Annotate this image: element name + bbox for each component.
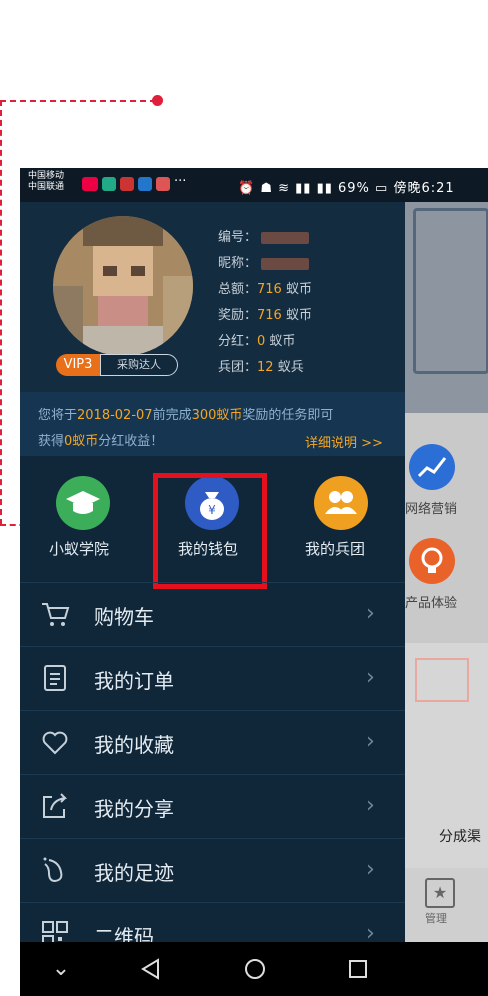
notice-line-1: 您将于2018-02-07前完成300蚁币奖励的任务即可 (38, 408, 334, 423)
chevron-right-icon: › (366, 857, 375, 882)
academy-button[interactable] (56, 476, 110, 530)
status-bar: 中国移动 中国联通 ··· ⏰ ☗ ≋ ▮▮ ▮▮ 69% ▭ 傍晚6:21 (20, 168, 488, 202)
menu-label-share: 我的分享 (94, 797, 174, 821)
chevron-right-icon: › (366, 793, 375, 818)
notice-line-2: 获得0蚁币分红收益！ (38, 434, 164, 449)
star-icon: ★ (425, 878, 455, 908)
carrier-1: 中国移动 (28, 171, 65, 181)
info-id: 编号： (218, 226, 310, 245)
menu-item-cart[interactable]: 购物车 › (20, 582, 405, 647)
home-button[interactable] (240, 954, 270, 984)
footprint-icon (40, 855, 70, 885)
tab-manage-label[interactable]: 管理 (425, 910, 447, 926)
menu-label-footprint: 我的足迹 (94, 861, 174, 885)
menu-item-favorites[interactable]: 我的收藏 › (20, 710, 405, 775)
menu-label-favorites: 我的收藏 (94, 733, 174, 757)
notification-icon-3 (120, 177, 134, 191)
background-page: 网络营销 产品体验 分成渠 ★ 管理 (405, 168, 488, 996)
chevron-right-icon: › (366, 665, 375, 690)
info-nickname: 昵称： (218, 252, 310, 271)
chevron-right-icon: › (366, 729, 375, 754)
team-button[interactable] (314, 476, 368, 530)
info-reward: 奖励：716 蚁币 (218, 308, 312, 323)
details-link[interactable]: 详细说明 >> (305, 432, 383, 451)
menu-item-share[interactable]: 我的分享 › (20, 774, 405, 839)
profile-header: VIP3 采购达人 编号： 昵称： 总额：716 蚁币 奖励：716 蚁币 分红… (20, 202, 405, 392)
vip-title: 采购达人 (100, 354, 178, 376)
chart-icon (409, 444, 455, 490)
menu-item-footprint[interactable]: 我的足迹 › (20, 838, 405, 903)
background-item-marketing[interactable]: 网络营销 (405, 498, 457, 517)
cart-illustration (413, 208, 488, 374)
menu-item-orders[interactable]: 我的订单 › (20, 646, 405, 711)
vip-badge: VIP3 (56, 354, 100, 376)
shopping-cart-icon (40, 599, 70, 629)
carrier-info: 中国移动 中国联通 (28, 171, 64, 193)
info-team: 兵团：12 蚁兵 (218, 360, 304, 375)
background-item-experience[interactable]: 产品体验 (405, 592, 457, 611)
menu-label-cart: 购物车 (94, 605, 154, 629)
avatar[interactable] (53, 216, 193, 356)
notification-icon-2 (102, 177, 116, 191)
more-notifications-icon: ··· (174, 174, 187, 189)
redacted-nickname (261, 257, 310, 270)
chevron-down-icon[interactable]: ⌄ (46, 954, 76, 984)
menu-label-orders: 我的订单 (94, 669, 174, 693)
share-icon (40, 791, 70, 821)
recents-button[interactable] (343, 954, 373, 984)
lightbulb-icon (409, 538, 455, 584)
academy-label[interactable]: 小蚁学院 (49, 538, 109, 559)
side-drawer: VIP3 采购达人 编号： 昵称： 总额：716 蚁币 奖励：716 蚁币 分红… (20, 202, 405, 949)
background-item-channel: 分成渠 (439, 829, 481, 845)
info-dividend: 分红：0 蚁币 (218, 334, 296, 349)
phone-screen: 网络营销 产品体验 分成渠 ★ 管理 中国移动 中国联通 ··· ⏰ ☗ ≋ ▮… (20, 168, 488, 996)
team-label[interactable]: 我的兵团 (305, 538, 365, 559)
back-button[interactable] (136, 954, 166, 984)
background-tabbar: ★ 管理 (405, 868, 488, 948)
notification-icon-4 (138, 177, 152, 191)
heart-icon (40, 727, 70, 757)
notification-icon-5 (156, 177, 170, 191)
group-icon (325, 491, 357, 514)
annotation-line-top (0, 100, 156, 102)
notification-icon-1 (82, 177, 98, 191)
carrier-2: 中国联通 (28, 182, 65, 192)
annotation-line-vertical (0, 100, 2, 525)
graduation-cap-icon (66, 491, 100, 514)
system-nav-bar: ⌄ (20, 942, 488, 996)
formula-icon (415, 658, 469, 702)
highlight-box (153, 473, 267, 589)
order-list-icon (40, 663, 70, 693)
status-right: ⏰ ☗ ≋ ▮▮ ▮▮ 69% ▭ 傍晚6:21 (238, 181, 455, 196)
annotation-dot (152, 95, 163, 106)
task-notice: 您将于2018-02-07前完成300蚁币奖励的任务即可 获得0蚁币分红收益！ … (20, 392, 405, 456)
info-total: 总额：716 蚁币 (218, 282, 312, 297)
chevron-right-icon: › (366, 601, 375, 626)
redacted-id (261, 231, 310, 244)
